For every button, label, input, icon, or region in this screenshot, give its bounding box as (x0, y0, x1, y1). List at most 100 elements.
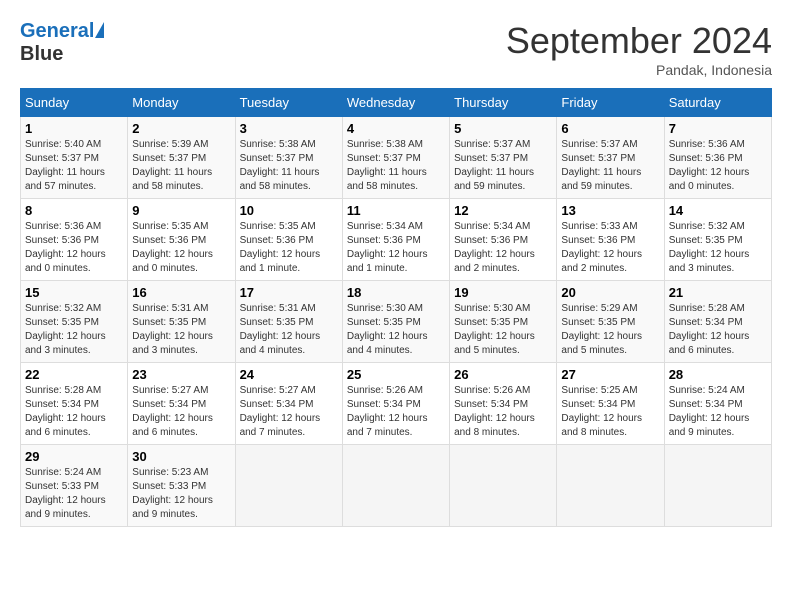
calendar-cell: 19 Sunrise: 5:30 AMSunset: 5:35 PMDayligh… (450, 281, 557, 363)
day-number: 25 (347, 367, 445, 382)
day-info: Sunrise: 5:40 AMSunset: 5:37 PMDaylight:… (25, 138, 123, 194)
weekday-header-thursday: Thursday (450, 89, 557, 117)
calendar-cell: 7 Sunrise: 5:36 AMSunset: 5:36 PMDaylight… (664, 117, 771, 199)
calendar-week-2: 8Sunrise: 5:36 AMSunset: 5:36 PMDaylight… (21, 199, 772, 281)
day-number: 22 (25, 367, 123, 382)
day-info: Sunrise: 5:34 AMSunset: 5:36 PMDaylight:… (454, 220, 552, 276)
weekday-header-friday: Friday (557, 89, 664, 117)
day-info: Sunrise: 5:28 AMSunset: 5:34 PMDaylight:… (669, 302, 767, 358)
day-info: Sunrise: 5:37 AMSunset: 5:37 PMDaylight:… (561, 138, 659, 194)
day-number: 28 (669, 367, 767, 382)
day-info: Sunrise: 5:34 AMSunset: 5:36 PMDaylight:… (347, 220, 445, 276)
day-number: 17 (240, 285, 338, 300)
day-info: Sunrise: 5:28 AMSunset: 5:34 PMDaylight:… (25, 384, 123, 440)
calendar-cell: 4 Sunrise: 5:38 AMSunset: 5:37 PMDaylight… (342, 117, 449, 199)
day-info: Sunrise: 5:32 AMSunset: 5:35 PMDaylight:… (669, 220, 767, 276)
calendar-cell (235, 445, 342, 527)
calendar-cell: 6 Sunrise: 5:37 AMSunset: 5:37 PMDaylight… (557, 117, 664, 199)
day-info: Sunrise: 5:32 AMSunset: 5:35 PMDaylight:… (25, 302, 123, 358)
day-number: 3 (240, 121, 338, 136)
weekday-header-wednesday: Wednesday (342, 89, 449, 117)
calendar-cell: 9 Sunrise: 5:35 AMSunset: 5:36 PMDaylight… (128, 199, 235, 281)
day-info: Sunrise: 5:36 AMSunset: 5:36 PMDaylight:… (669, 138, 767, 194)
calendar-cell: 14 Sunrise: 5:32 AMSunset: 5:35 PMDayligh… (664, 199, 771, 281)
calendar-cell: 1 Sunrise: 5:40 AMSunset: 5:37 PMDaylight… (21, 117, 128, 199)
day-number: 1 (25, 121, 123, 136)
calendar-cell: 24 Sunrise: 5:27 AMSunset: 5:34 PMDayligh… (235, 363, 342, 445)
calendar-cell: 25 Sunrise: 5:26 AMSunset: 5:34 PMDayligh… (342, 363, 449, 445)
logo: General Blue (20, 20, 104, 66)
calendar-cell: 30 Sunrise: 5:23 AMSunset: 5:33 PMDayligh… (128, 445, 235, 527)
day-info: Sunrise: 5:27 AMSunset: 5:34 PMDaylight:… (240, 384, 338, 440)
month-title: September 2024 (506, 20, 772, 62)
day-info: Sunrise: 5:26 AMSunset: 5:34 PMDaylight:… (347, 384, 445, 440)
day-number: 11 (347, 203, 445, 218)
day-number: 14 (669, 203, 767, 218)
title-area: September 2024 Pandak, Indonesia (506, 20, 772, 78)
day-info: Sunrise: 5:30 AMSunset: 5:35 PMDaylight:… (454, 302, 552, 358)
calendar-cell (557, 445, 664, 527)
day-info: Sunrise: 5:29 AMSunset: 5:35 PMDaylight:… (561, 302, 659, 358)
calendar-cell: 12 Sunrise: 5:34 AMSunset: 5:36 PMDayligh… (450, 199, 557, 281)
day-info: Sunrise: 5:31 AMSunset: 5:35 PMDaylight:… (132, 302, 230, 358)
day-info: Sunrise: 5:25 AMSunset: 5:34 PMDaylight:… (561, 384, 659, 440)
day-number: 30 (132, 449, 230, 464)
day-info: Sunrise: 5:36 AMSunset: 5:36 PMDaylight:… (25, 220, 123, 276)
logo-general: General (20, 20, 94, 43)
day-info: Sunrise: 5:35 AMSunset: 5:36 PMDaylight:… (240, 220, 338, 276)
calendar-cell (450, 445, 557, 527)
day-info: Sunrise: 5:27 AMSunset: 5:34 PMDaylight:… (132, 384, 230, 440)
day-info: Sunrise: 5:24 AMSunset: 5:33 PMDaylight:… (25, 466, 123, 522)
calendar-cell: 10 Sunrise: 5:35 AMSunset: 5:36 PMDayligh… (235, 199, 342, 281)
calendar-cell: 2 Sunrise: 5:39 AMSunset: 5:37 PMDaylight… (128, 117, 235, 199)
calendar-cell: 11 Sunrise: 5:34 AMSunset: 5:36 PMDayligh… (342, 199, 449, 281)
day-info: Sunrise: 5:23 AMSunset: 5:33 PMDaylight:… (132, 466, 230, 522)
day-number: 4 (347, 121, 445, 136)
calendar-cell: 22 Sunrise: 5:28 AMSunset: 5:34 PMDayligh… (21, 363, 128, 445)
day-number: 19 (454, 285, 552, 300)
weekday-header-tuesday: Tuesday (235, 89, 342, 117)
day-number: 23 (132, 367, 230, 382)
day-info: Sunrise: 5:31 AMSunset: 5:35 PMDaylight:… (240, 302, 338, 358)
page-header: General Blue September 2024 Pandak, Indo… (20, 20, 772, 78)
day-info: Sunrise: 5:39 AMSunset: 5:37 PMDaylight:… (132, 138, 230, 194)
calendar-cell: 20Sunrise: 5:29 AMSunset: 5:35 PMDayligh… (557, 281, 664, 363)
calendar-cell: 21 Sunrise: 5:28 AMSunset: 5:34 PMDayligh… (664, 281, 771, 363)
day-number: 12 (454, 203, 552, 218)
day-info: Sunrise: 5:33 AMSunset: 5:36 PMDaylight:… (561, 220, 659, 276)
day-number: 7 (669, 121, 767, 136)
weekday-header-saturday: Saturday (664, 89, 771, 117)
calendar-cell: 16Sunrise: 5:31 AMSunset: 5:35 PMDayligh… (128, 281, 235, 363)
weekday-header-monday: Monday (128, 89, 235, 117)
calendar-cell: 26Sunrise: 5:26 AMSunset: 5:34 PMDayligh… (450, 363, 557, 445)
day-number: 15 (25, 285, 123, 300)
calendar-cell: 23 Sunrise: 5:27 AMSunset: 5:34 PMDayligh… (128, 363, 235, 445)
calendar-week-1: 1 Sunrise: 5:40 AMSunset: 5:37 PMDaylight… (21, 117, 772, 199)
day-info: Sunrise: 5:30 AMSunset: 5:35 PMDaylight:… (347, 302, 445, 358)
day-number: 2 (132, 121, 230, 136)
calendar-cell: 8Sunrise: 5:36 AMSunset: 5:36 PMDaylight… (21, 199, 128, 281)
calendar-cell: 29Sunrise: 5:24 AMSunset: 5:33 PMDayligh… (21, 445, 128, 527)
day-number: 24 (240, 367, 338, 382)
day-info: Sunrise: 5:37 AMSunset: 5:37 PMDaylight:… (454, 138, 552, 194)
day-info: Sunrise: 5:26 AMSunset: 5:34 PMDaylight:… (454, 384, 552, 440)
calendar-cell: 28 Sunrise: 5:24 AMSunset: 5:34 PMDayligh… (664, 363, 771, 445)
day-number: 9 (132, 203, 230, 218)
day-number: 18 (347, 285, 445, 300)
day-number: 10 (240, 203, 338, 218)
location-subtitle: Pandak, Indonesia (506, 62, 772, 78)
calendar-cell: 3 Sunrise: 5:38 AMSunset: 5:37 PMDaylight… (235, 117, 342, 199)
calendar-table: SundayMondayTuesdayWednesdayThursdayFrid… (20, 88, 772, 527)
day-info: Sunrise: 5:38 AMSunset: 5:37 PMDaylight:… (240, 138, 338, 194)
calendar-cell: 5Sunrise: 5:37 AMSunset: 5:37 PMDaylight… (450, 117, 557, 199)
day-info: Sunrise: 5:38 AMSunset: 5:37 PMDaylight:… (347, 138, 445, 194)
day-number: 6 (561, 121, 659, 136)
day-info: Sunrise: 5:24 AMSunset: 5:34 PMDaylight:… (669, 384, 767, 440)
day-info: Sunrise: 5:35 AMSunset: 5:36 PMDaylight:… (132, 220, 230, 276)
calendar-header-row: SundayMondayTuesdayWednesdayThursdayFrid… (21, 89, 772, 117)
day-number: 13 (561, 203, 659, 218)
logo-blue-text: Blue (20, 43, 104, 66)
day-number: 21 (669, 285, 767, 300)
calendar-week-3: 15 Sunrise: 5:32 AMSunset: 5:35 PMDayligh… (21, 281, 772, 363)
calendar-cell (342, 445, 449, 527)
